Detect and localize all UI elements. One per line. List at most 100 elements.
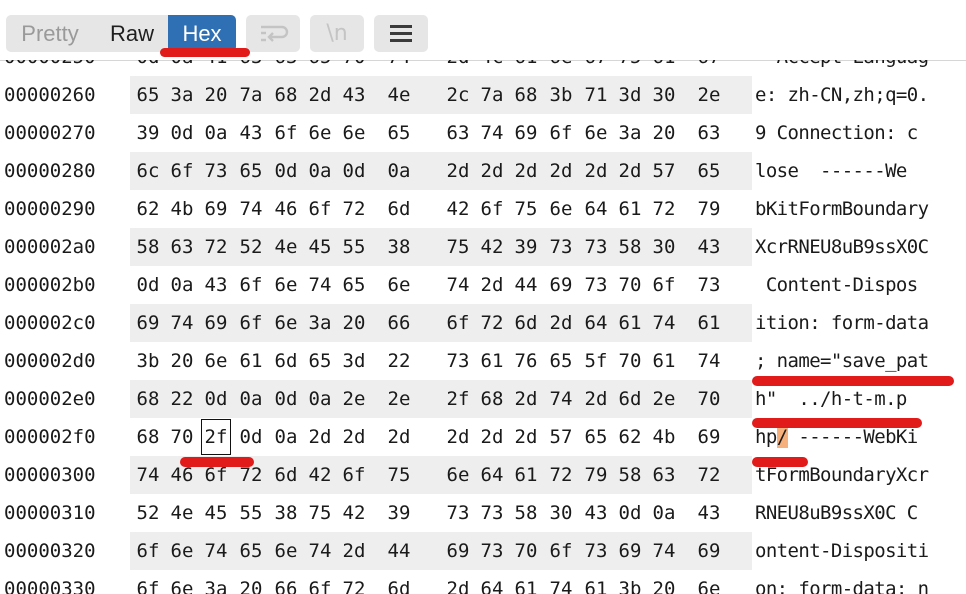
hex-byte[interactable]: 6f bbox=[304, 570, 336, 594]
hex-byte[interactable]: 79 bbox=[580, 456, 612, 494]
hex-byte[interactable]: 3d bbox=[338, 342, 370, 380]
hex-byte[interactable]: 70 bbox=[614, 266, 646, 304]
hex-byte[interactable]: 73 bbox=[476, 494, 508, 532]
hex-byte[interactable]: 42 bbox=[338, 494, 370, 532]
hex-byte[interactable]: 76 bbox=[510, 342, 542, 380]
hex-byte[interactable]: 20 bbox=[648, 114, 680, 152]
hex-byte[interactable]: 74 bbox=[304, 266, 336, 304]
hex-byte[interactable]: 2d bbox=[304, 76, 336, 114]
hex-byte[interactable]: 58 bbox=[132, 228, 164, 266]
hex-byte[interactable]: 62 bbox=[132, 190, 164, 228]
hex-byte[interactable]: 69 bbox=[545, 266, 577, 304]
hex-byte[interactable]: 74 bbox=[304, 532, 336, 570]
hex-byte[interactable]: 57 bbox=[545, 418, 577, 456]
hex-byte[interactable]: 6d bbox=[383, 190, 415, 228]
hex-byte[interactable]: 3a bbox=[200, 570, 232, 594]
hex-byte[interactable]: 63 bbox=[235, 60, 267, 76]
hex-byte[interactable]: 3d bbox=[614, 76, 646, 114]
hex-byte[interactable]: 6e bbox=[693, 570, 725, 594]
hex-row[interactable]: 00000300 74 46 6f 72 6d 42 6f 75 6e 64 61 72 79 58 63 72… bbox=[0, 456, 966, 494]
hex-byte[interactable]: 20 bbox=[235, 570, 267, 594]
hex-byte[interactable]: 6e bbox=[270, 304, 302, 342]
hex-byte[interactable]: 0a bbox=[270, 418, 302, 456]
hex-byte[interactable]: 55 bbox=[338, 228, 370, 266]
hex-byte[interactable]: 58 bbox=[510, 494, 542, 532]
hex-byte[interactable]: 3a bbox=[304, 304, 336, 342]
hex-byte[interactable]: 2c bbox=[442, 76, 474, 114]
ascii-text[interactable]: on: form-data; n bbox=[755, 570, 929, 594]
hex-byte[interactable]: 6d bbox=[614, 380, 646, 418]
hex-byte[interactable]: 65 bbox=[235, 532, 267, 570]
hex-byte[interactable]: 41 bbox=[200, 60, 232, 76]
hex-byte[interactable]: 6e bbox=[442, 456, 474, 494]
hex-byte[interactable]: 63 bbox=[648, 456, 680, 494]
hex-byte[interactable]: 61 bbox=[476, 342, 508, 380]
hex-byte[interactable]: 42 bbox=[476, 228, 508, 266]
hex-byte[interactable]: 61 bbox=[510, 570, 542, 594]
hex-byte[interactable]: 63 bbox=[166, 228, 198, 266]
hex-byte[interactable]: 61 bbox=[510, 60, 542, 76]
hex-byte[interactable]: 64 bbox=[580, 190, 612, 228]
hex-byte[interactable]: 70 bbox=[693, 380, 725, 418]
hex-byte[interactable]: 2d bbox=[304, 418, 336, 456]
hex-row[interactable]: 00000270 39 0d 0a 43 6f 6e 6e 65 63 74 69 6f 6e 3a 20 63… bbox=[0, 114, 966, 152]
hex-byte[interactable]: 6f bbox=[476, 190, 508, 228]
hex-byte[interactable]: 0d bbox=[166, 114, 198, 152]
hex-byte[interactable]: 2d bbox=[545, 152, 577, 190]
hex-byte[interactable]: 2d bbox=[510, 152, 542, 190]
hex-byte[interactable]: 7a bbox=[235, 76, 267, 114]
hex-byte[interactable]: 4e bbox=[166, 494, 198, 532]
hex-byte[interactable]: 3a bbox=[614, 114, 646, 152]
hex-byte[interactable]: 6f bbox=[338, 456, 370, 494]
hex-byte[interactable]: 2d bbox=[338, 532, 370, 570]
hex-byte[interactable]: 38 bbox=[270, 494, 302, 532]
hex-byte[interactable]: 74 bbox=[200, 532, 232, 570]
hex-byte[interactable]: 6e bbox=[270, 532, 302, 570]
hex-byte[interactable]: 2d bbox=[476, 418, 508, 456]
hex-byte[interactable]: 68 bbox=[510, 76, 542, 114]
ascii-text[interactable]: lose ------We bbox=[755, 152, 907, 190]
hex-byte[interactable]: 74 bbox=[476, 114, 508, 152]
hex-byte[interactable]: 3b bbox=[545, 76, 577, 114]
hex-byte[interactable]: 2d bbox=[580, 380, 612, 418]
hex-byte[interactable]: 79 bbox=[693, 190, 725, 228]
hex-byte[interactable]: 39 bbox=[510, 228, 542, 266]
show-newlines-button[interactable]: \n bbox=[310, 15, 364, 52]
hex-byte[interactable]: 61 bbox=[235, 342, 267, 380]
hex-byte[interactable]: 73 bbox=[545, 228, 577, 266]
hex-byte[interactable]: 43 bbox=[580, 494, 612, 532]
hex-byte[interactable]: 55 bbox=[235, 494, 267, 532]
hex-byte[interactable]: 74 bbox=[442, 266, 474, 304]
hex-byte[interactable]: 6e bbox=[545, 60, 577, 76]
hex-byte[interactable]: 30 bbox=[648, 228, 680, 266]
hex-byte[interactable]: 74 bbox=[235, 190, 267, 228]
hex-byte[interactable]: 73 bbox=[693, 266, 725, 304]
hex-byte[interactable]: 62 bbox=[614, 418, 646, 456]
hex-byte[interactable]: 0d bbox=[132, 266, 164, 304]
hex-byte[interactable]: 4e bbox=[270, 228, 302, 266]
hex-byte[interactable]: 65 bbox=[304, 342, 336, 380]
hex-byte[interactable]: 0d bbox=[200, 380, 232, 418]
hex-byte[interactable]: 65 bbox=[383, 114, 415, 152]
hex-byte[interactable]: 64 bbox=[476, 570, 508, 594]
hex-byte[interactable]: 65 bbox=[338, 266, 370, 304]
hex-byte[interactable]: 0d bbox=[132, 60, 164, 76]
hex-byte[interactable]: 6e bbox=[304, 114, 336, 152]
hex-byte[interactable]: 75 bbox=[442, 228, 474, 266]
hex-byte[interactable]: 43 bbox=[235, 114, 267, 152]
hex-byte[interactable]: 69 bbox=[510, 114, 542, 152]
hex-byte[interactable]: 45 bbox=[200, 494, 232, 532]
hex-byte[interactable]: 66 bbox=[383, 304, 415, 342]
hex-byte[interactable]: 20 bbox=[338, 304, 370, 342]
hex-byte[interactable]: 73 bbox=[476, 532, 508, 570]
hex-byte[interactable]: 73 bbox=[442, 494, 474, 532]
hex-byte[interactable]: 0a bbox=[304, 380, 336, 418]
hex-byte[interactable]: 72 bbox=[545, 456, 577, 494]
hex-byte[interactable]: 61 bbox=[693, 304, 725, 342]
hex-byte[interactable]: 2d bbox=[510, 418, 542, 456]
hex-byte[interactable]: 22 bbox=[383, 342, 415, 380]
hex-byte[interactable]: 69 bbox=[442, 532, 474, 570]
hex-byte[interactable]: 61 bbox=[614, 190, 646, 228]
hex-byte[interactable]: 67 bbox=[693, 60, 725, 76]
hex-byte[interactable]: 42 bbox=[304, 456, 336, 494]
